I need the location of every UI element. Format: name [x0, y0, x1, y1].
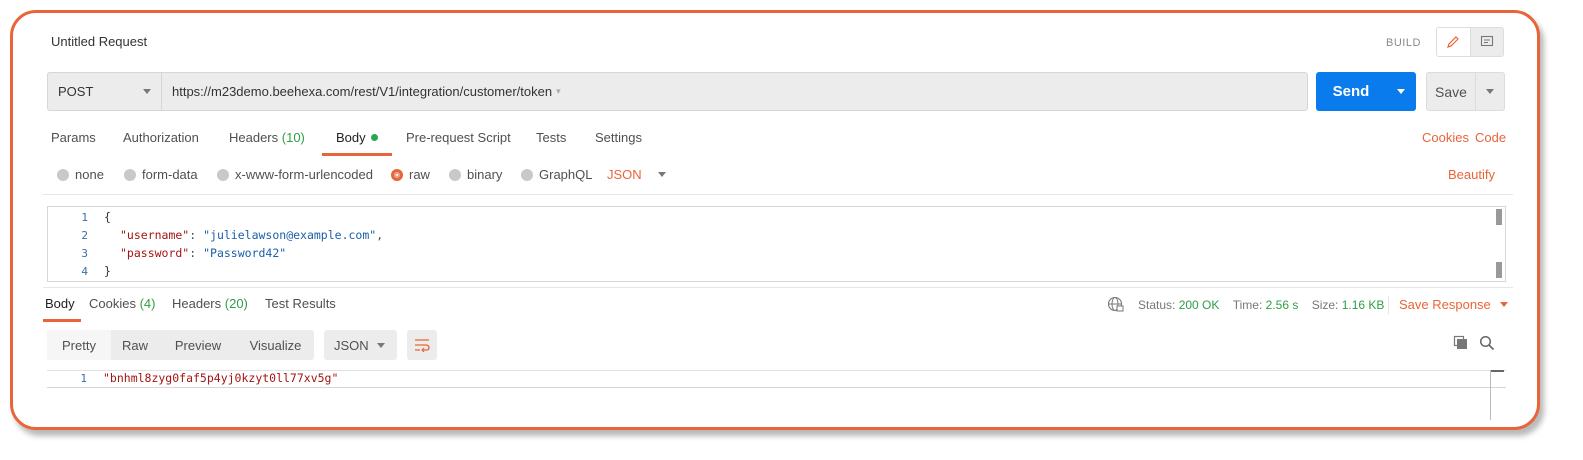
response-tab-test-results[interactable]: Test Results: [265, 296, 336, 311]
scrollbar-track[interactable]: [1490, 370, 1491, 420]
tab-headers[interactable]: Headers (10): [229, 130, 305, 145]
active-response-tab-underline: [43, 319, 81, 322]
scrollbar-thumb-bottom[interactable]: [1496, 262, 1502, 278]
radio-dot: [124, 168, 136, 181]
line-number: 2: [81, 229, 88, 242]
save-response-button[interactable]: Save Response: [1399, 297, 1508, 312]
line-number: 1: [80, 372, 87, 385]
url-input[interactable]: https://m23demo.beehexa.com/rest/V1/inte…: [162, 73, 1307, 110]
tab-pre-request-script[interactable]: Pre-request Script: [406, 130, 511, 145]
response-body-viewer[interactable]: 1 "bnhml8zyg0faf5p4yj0kzyt0ll77xv5g": [47, 370, 1506, 388]
save-button[interactable]: Save: [1426, 72, 1505, 111]
divider: [43, 287, 1513, 288]
request-title[interactable]: Untitled Request: [51, 34, 147, 49]
view-visualize[interactable]: Visualize: [237, 330, 314, 360]
headers-count: (10): [281, 130, 305, 145]
wrap-lines-icon: [415, 339, 430, 352]
code-line-username: "username": "julielawson@example.com",: [120, 228, 384, 242]
radio-dot: [521, 168, 533, 181]
edit-button[interactable]: [1437, 28, 1470, 56]
tab-tests[interactable]: Tests: [536, 130, 566, 145]
save-dropdown[interactable]: [1476, 73, 1504, 110]
comments-button[interactable]: [1469, 28, 1503, 56]
send-label: Send: [1332, 83, 1370, 100]
request-bar: POST https://m23demo.beehexa.com/rest/V1…: [47, 72, 1308, 111]
view-mode-toolbar: Pretty Raw Preview Visualize: [47, 330, 314, 360]
comment-icon: [1480, 35, 1493, 47]
url-text: https://m23demo.beehexa.com/rest/V1/inte…: [172, 84, 553, 99]
pencil-icon: [1447, 36, 1460, 48]
view-raw[interactable]: Raw: [111, 330, 159, 360]
radio-dot: [217, 168, 229, 181]
caret-down-icon: [1397, 89, 1405, 94]
response-tab-body[interactable]: Body: [45, 296, 75, 311]
radio-form-data[interactable]: form-data: [124, 167, 198, 182]
send-button[interactable]: Send: [1316, 72, 1416, 111]
view-preview[interactable]: Preview: [159, 330, 237, 360]
response-tab-headers[interactable]: Headers (20): [172, 296, 248, 311]
method-select[interactable]: POST: [48, 73, 162, 110]
copy-icon[interactable]: [1453, 335, 1469, 351]
cookies-link[interactable]: Cookies: [1422, 130, 1469, 145]
save-label: Save: [1427, 73, 1476, 110]
size-value: 1.16 KB: [1341, 298, 1385, 312]
tab-body[interactable]: Body: [336, 130, 378, 145]
caret-down-icon: [657, 172, 666, 177]
caret-down-icon: [1486, 89, 1494, 94]
line-number: 3: [81, 247, 88, 260]
scrollbar-thumb[interactable]: [1490, 370, 1504, 372]
status-value: 200 OK: [1178, 298, 1220, 312]
code-open-brace: {: [104, 210, 111, 224]
radio-dot: [57, 168, 69, 181]
code-close-brace: }: [104, 264, 111, 278]
send-dropdown[interactable]: [1386, 72, 1416, 111]
radio-dot-selected: [391, 168, 403, 181]
view-pretty[interactable]: Pretty: [47, 330, 111, 360]
radio-dot: [449, 168, 461, 181]
globe-icon[interactable]: [1107, 296, 1125, 314]
active-tab-underline: [322, 153, 392, 156]
response-token-value: "bnhml8zyg0faf5p4yj0kzyt0ll77xv5g": [103, 371, 339, 385]
response-tab-cookies[interactable]: Cookies (4): [89, 296, 155, 311]
line-number: 4: [81, 265, 88, 278]
mode-toggle: [1436, 27, 1504, 57]
response-format-select[interactable]: JSON: [324, 330, 397, 360]
radio-none[interactable]: none: [57, 167, 104, 182]
caret-down-icon: [377, 342, 385, 348]
radio-raw[interactable]: raw: [391, 167, 430, 182]
search-icon[interactable]: [1479, 335, 1495, 351]
radio-graphql[interactable]: GraphQL: [521, 167, 592, 182]
divider: [1388, 296, 1389, 314]
method-label: POST: [58, 84, 94, 99]
request-body-editor[interactable]: 1 2 3 4 { "username": "julielawson@examp…: [47, 206, 1506, 282]
status-readout: Status: 200 OK Time: 2.56 s Size: 1.16 K…: [1138, 298, 1385, 312]
line-number: 1: [81, 211, 88, 224]
url-caret-icon: ▾: [556, 86, 561, 96]
tab-params[interactable]: Params: [51, 130, 96, 145]
beautify-link[interactable]: Beautify: [1448, 167, 1495, 182]
tab-authorization[interactable]: Authorization: [123, 130, 199, 145]
build-mode-label[interactable]: BUILD: [1386, 37, 1421, 49]
code-link[interactable]: Code: [1475, 130, 1506, 145]
time-value: 2.56 s: [1265, 298, 1299, 312]
wrap-lines-button[interactable]: [407, 330, 437, 360]
app-window: Untitled Request BUILD POST https://m23d…: [10, 10, 1540, 430]
radio-binary[interactable]: binary: [449, 167, 502, 182]
caret-down-icon: [143, 89, 151, 94]
tab-settings[interactable]: Settings: [595, 130, 642, 145]
code-line-password: "password": "Password42": [120, 246, 287, 260]
body-indicator-dot: [370, 134, 378, 141]
caret-down-icon: [1499, 302, 1508, 307]
radio-x-www-form-urlencoded[interactable]: x-www-form-urlencoded: [217, 167, 373, 182]
body-format-select[interactable]: JSON: [607, 167, 666, 182]
divider: [43, 194, 1513, 195]
scrollbar-thumb-top[interactable]: [1496, 209, 1502, 225]
